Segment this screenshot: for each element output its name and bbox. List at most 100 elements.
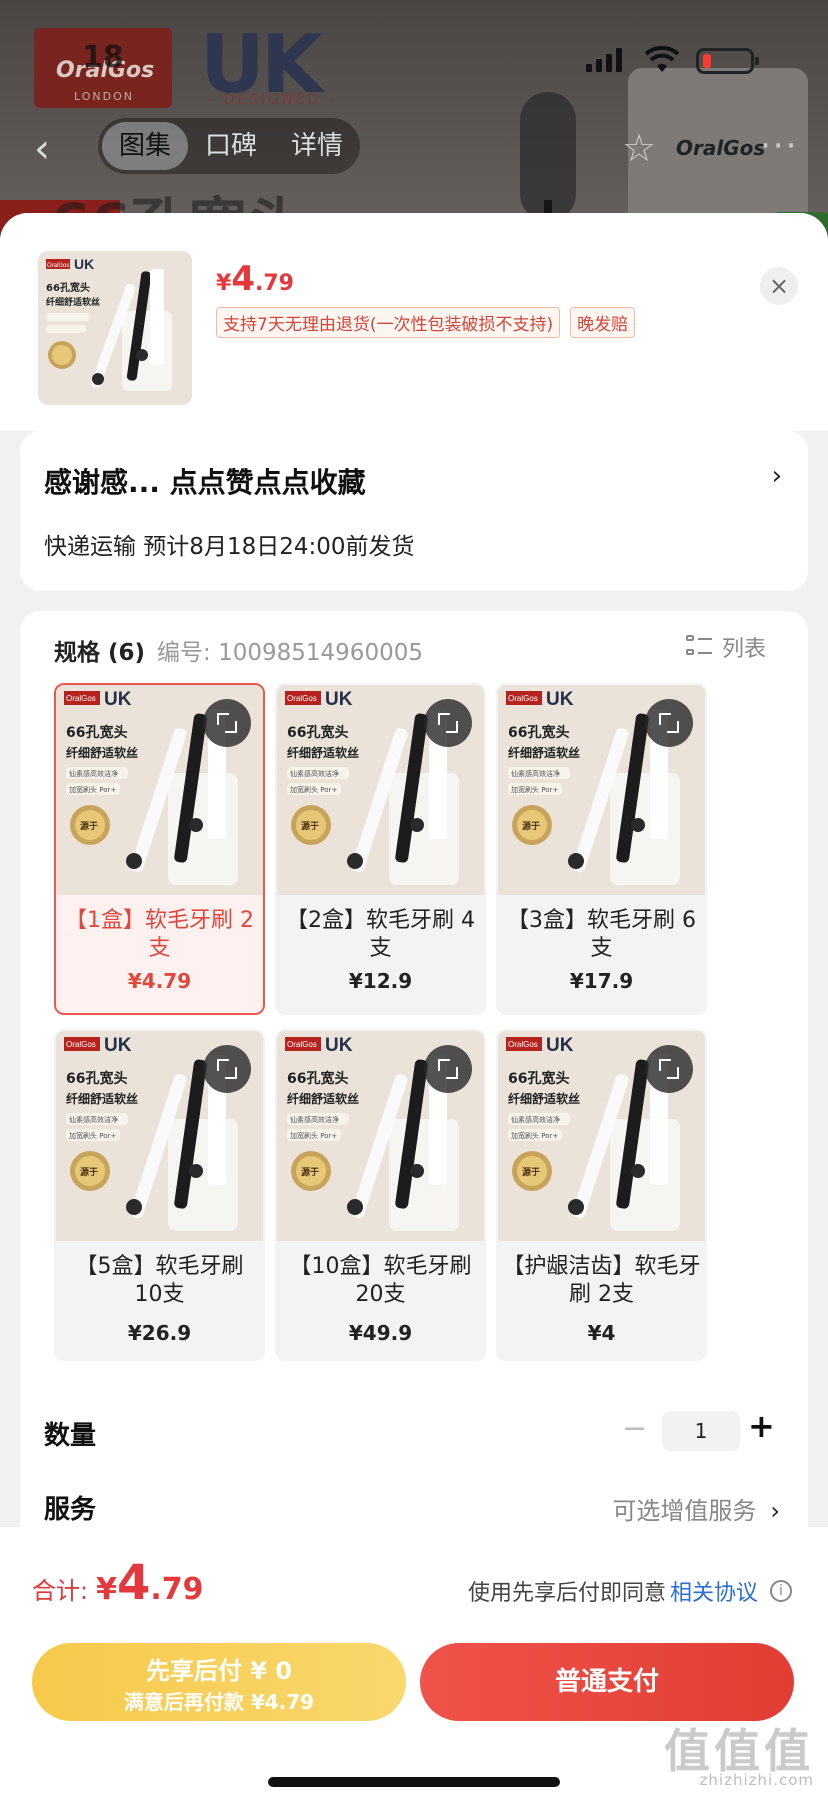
svg-text:66孔宽头: 66孔宽头 (287, 724, 348, 741)
quantity-plus-button[interactable]: + (748, 1407, 775, 1445)
chevron-right-icon: › (770, 1497, 780, 1525)
svg-text:OralGos: OralGos (66, 694, 96, 703)
zoom-expand-icon[interactable] (203, 1045, 251, 1093)
svg-text:UK: UK (325, 689, 353, 710)
tab-details[interactable]: 详情 (274, 122, 360, 170)
more-icon[interactable]: ··· (760, 126, 798, 166)
svg-text:源于: 源于 (301, 1166, 319, 1178)
svg-text:UK: UK (104, 689, 132, 710)
normal-pay-button[interactable]: 普通支付 (420, 1643, 794, 1721)
spec-option[interactable]: OralGos UK 66孔宽头 纤细舒适软丝 仙素感高效洁净 加宽刷头 Por+ 源于 【2… (275, 683, 486, 1015)
home-indicator[interactable] (268, 1777, 560, 1787)
quantity-label: 数量 (44, 1421, 97, 1451)
svg-text:加宽刷头 Por+: 加宽刷头 Por+ (69, 785, 116, 794)
svg-text:源于: 源于 (522, 820, 540, 832)
price-integer: 4 (231, 259, 255, 299)
total-label: 合计: (32, 1577, 89, 1605)
spec-option[interactable]: OralGos UK 66孔宽头 纤细舒适软丝 仙素感高效洁净 加宽刷头 Por+ 源于 【5… (54, 1029, 265, 1361)
spec-option-name: 【3盒】软毛牙刷 6支 (507, 908, 696, 961)
svg-text:OralGos: OralGos (287, 694, 317, 703)
svg-text:66孔宽头: 66孔宽头 (46, 281, 90, 294)
quantity-input[interactable]: 1 (662, 1411, 740, 1451)
svg-text:加宽刷头 Por+: 加宽刷头 Por+ (69, 1131, 116, 1140)
svg-text:66孔宽头: 66孔宽头 (66, 724, 127, 741)
price-symbol: ¥ (216, 271, 232, 296)
spec-header: 规格 (6) 编号: 10098514960005 (54, 633, 423, 667)
spec-option-price: ¥4 (587, 1321, 616, 1345)
zoom-expand-icon[interactable] (645, 699, 693, 747)
late-compensation-tag: 晚发赔 (570, 307, 636, 338)
chevron-right-icon: › (771, 461, 782, 491)
tab-reviews[interactable]: 口碑 (188, 122, 274, 170)
svg-text:OralGos: OralGos (508, 1040, 538, 1049)
svg-text:源于: 源于 (80, 820, 98, 832)
spec-grid: OralGos UK 66孔宽头 纤细舒适软丝 仙素感高效洁净 加宽刷头 Por+ 源于 【1… (54, 683, 724, 1361)
total-decimal: .79 (150, 1572, 204, 1607)
quantity-minus-button[interactable]: − (622, 1411, 647, 1446)
price-decimal: .79 (254, 271, 294, 296)
svg-text:仙素感高效洁净: 仙素感高效洁净 (69, 769, 118, 778)
svg-text:66孔宽头: 66孔宽头 (66, 1070, 127, 1087)
svg-text:仙素感高效洁净: 仙素感高效洁净 (511, 769, 560, 778)
svg-text:66孔宽头: 66孔宽头 (287, 1070, 348, 1087)
favorite-star-icon[interactable]: ☆ (622, 126, 656, 170)
status-time: 18 (82, 40, 124, 75)
back-chevron-icon[interactable]: ‹ (34, 126, 50, 172)
svg-text:加宽刷头 Por+: 加宽刷头 Por+ (290, 1131, 337, 1140)
return-policy-tag: 支持7天无理由退货(一次性包装破损不支持) (216, 307, 561, 338)
total-integer: 4 (116, 1555, 151, 1611)
zoom-expand-icon[interactable] (424, 1045, 472, 1093)
service-label: 服务 (44, 1495, 97, 1525)
product-thumbnail-image: OralGos UK 66孔宽头 纤细舒适软丝 (38, 251, 192, 405)
pay-later-button[interactable]: 先享后付 ¥ 0 满意后再付款 ¥4.79 (32, 1643, 406, 1721)
spec-option[interactable]: OralGos UK 66孔宽头 纤细舒适软丝 仙素感高效洁净 加宽刷头 Por+ 源于 【护… (496, 1029, 707, 1361)
quantity-row: 数量 − 1 + (20, 1405, 808, 1465)
svg-text:66孔宽头: 66孔宽头 (508, 1070, 569, 1087)
close-button[interactable]: × (760, 267, 798, 305)
list-label: 列表 (721, 637, 766, 662)
spec-option[interactable]: OralGos UK 66孔宽头 纤细舒适软丝 仙素感高效洁净 加宽刷头 Por+ 源于 【1… (54, 683, 265, 1015)
svg-text:加宽刷头 Por+: 加宽刷头 Por+ (511, 1131, 558, 1140)
info-icon[interactable]: i (770, 1580, 792, 1602)
svg-text:纤细舒适软丝: 纤细舒适软丝 (508, 745, 580, 760)
product-thumbnail[interactable]: OralGos UK 66孔宽头 纤细舒适软丝 (38, 251, 192, 405)
zoom-expand-icon[interactable] (645, 1045, 693, 1093)
svg-text:源于: 源于 (80, 1166, 98, 1178)
list-view-toggle[interactable]: 列表 (685, 631, 766, 663)
tab-gallery[interactable]: 图集 (102, 122, 188, 170)
spec-option[interactable]: OralGos UK 66孔宽头 纤细舒适软丝 仙素感高效洁净 加宽刷头 Por+ 源于 【3… (496, 683, 707, 1015)
zoom-expand-icon[interactable] (424, 699, 472, 747)
service-value: 可选增值服务 › (612, 1491, 780, 1526)
svg-text:纤细舒适软丝: 纤细舒适软丝 (287, 1091, 359, 1106)
top-navbar: ‹ 图集 口碑 详情 ☆ ··· (0, 112, 828, 182)
pay-later-subtitle: 满意后再付款 ¥4.79 (123, 1690, 315, 1714)
service-value-text: 可选增值服务 (612, 1497, 757, 1525)
svg-text:UK: UK (325, 1035, 353, 1056)
svg-text:纤细舒适软丝: 纤细舒适软丝 (66, 1091, 138, 1106)
agreement-link[interactable]: 相关协议 (670, 1575, 758, 1607)
agreement-text: 使用先享后付即同意 (467, 1581, 666, 1606)
nav-tabs: 图集 口碑 详情 (98, 118, 360, 174)
svg-text:源于: 源于 (522, 1166, 540, 1178)
spec-option-price: ¥26.9 (127, 1321, 192, 1345)
spec-option[interactable]: OralGos UK 66孔宽头 纤细舒适软丝 仙素感高效洁净 加宽刷头 Por+ 源于 【1… (275, 1029, 486, 1361)
spec-option-price: ¥4.79 (127, 969, 192, 993)
spec-label: 规格 (6) (54, 640, 146, 666)
sheet-header: OralGos UK 66孔宽头 纤细舒适软丝 ¥4.79 支持7天无理由退货(… (0, 213, 828, 431)
svg-text:UK: UK (74, 256, 94, 272)
svg-text:UK: UK (104, 1035, 132, 1056)
service-row[interactable]: 服务 可选增值服务 › (20, 1475, 808, 1535)
svg-text:加宽刷头 Por+: 加宽刷头 Por+ (290, 785, 337, 794)
svg-text:仙素感高效洁净: 仙素感高效洁净 (290, 769, 339, 778)
svg-text:源于: 源于 (301, 820, 319, 832)
zoom-expand-icon[interactable] (203, 699, 251, 747)
spec-option-name: 【1盒】软毛牙刷 2支 (65, 908, 254, 961)
total-symbol: ¥ (96, 1572, 117, 1607)
shipping-estimate: 快递运输 预计8月18日24:00前发货 (44, 534, 415, 560)
background-brand-sub: LONDON (74, 90, 134, 103)
watermark-url: zhizhizhi.com (699, 1771, 814, 1789)
sheet-tags: 支持7天无理由退货(一次性包装破损不支持) 晚发赔 (216, 307, 636, 338)
shipping-card[interactable]: 感谢感... 点点赞点点收藏 › 快递运输 预计8月18日24:00前发货 (20, 431, 808, 591)
svg-text:纤细舒适软丝: 纤细舒适软丝 (508, 1091, 580, 1106)
spec-option-price: ¥17.9 (569, 969, 634, 993)
